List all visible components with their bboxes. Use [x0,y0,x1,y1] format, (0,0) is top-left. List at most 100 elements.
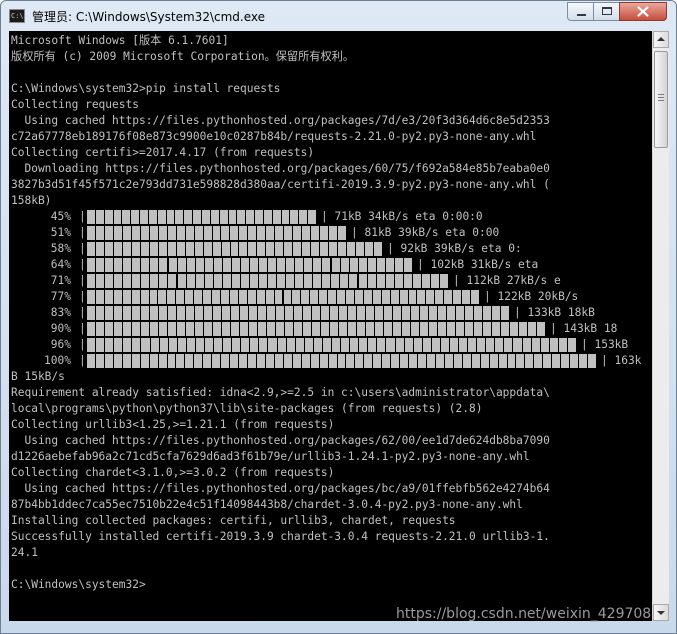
progress-bar-block [140,290,149,304]
progress-bar-block [302,226,311,240]
progress-bar-block [122,226,131,240]
progress-status: | 133kB 18kB [514,306,595,319]
progress-bar-block [158,354,167,368]
progress-bar-block [231,274,240,288]
progress-bar-block [290,210,299,224]
progress-bar-block [267,322,275,336]
progress-bar-block [202,210,210,224]
progress-percent: 90% [50,322,71,335]
progress-bar-block [275,242,284,256]
progress-bar-block [149,242,158,256]
progress-bar-block [322,274,331,288]
progress-bar-block [449,338,459,352]
progress-bar-block [219,210,228,224]
scroll-down-button[interactable] [653,604,669,621]
vertical-scrollbar[interactable] [652,31,669,621]
progress-bar-edge: | [79,338,86,351]
progress-bar-block [312,322,320,336]
progress-bar-block [394,274,403,288]
console-line: B 15kB/s [11,370,65,383]
progress-bar-block [570,354,579,368]
progress-bar-block [123,338,132,352]
progress-bar-block [150,258,159,272]
progress-bar-block [435,354,444,368]
progress-bar-block [403,274,412,288]
progress-bar-block [266,226,275,240]
progress-bar-block [356,242,365,256]
progress-bar-block [104,290,113,304]
progress-bar-block [259,338,268,352]
progress-bar-block [221,354,230,368]
progress-bar-block [456,322,464,336]
progress-bar-block [274,290,283,304]
progress-bar-block [349,274,358,288]
progress-bar-block [114,322,122,336]
maximize-icon [602,7,612,15]
progress-bar-block [141,322,149,336]
progress-bar-block [531,338,540,352]
progress-bar-block [338,226,346,240]
progress-bar-block [87,258,96,272]
progress-bar-block [492,306,500,320]
progress-bar-block [540,338,549,352]
console-line: c72a67778eb189176f08e873c9900e10c0287b84… [11,130,537,143]
scroll-up-button[interactable] [653,31,669,48]
progress-bar-block [438,322,446,336]
progress-bar-block [204,258,213,272]
progress-bar-block [259,258,268,272]
title-bar[interactable]: C:\ 管理员: C:\Windows\System32\cmd.exe [1,1,676,31]
progress-bar-block [376,258,385,272]
progress-bar-block [140,354,149,368]
progress-bar-block [239,226,248,240]
progress-bar-block [277,338,286,352]
progress-bar-block [195,274,204,288]
progress-bar-block [283,354,292,368]
progress-bar-block [357,322,365,336]
progress-bar-block [241,338,250,352]
progress-bar-block [474,322,482,336]
progress-bar-block [293,226,302,240]
progress-bar-block [543,354,552,368]
progress-bar-block [399,290,408,304]
progress-bar-block [330,322,338,336]
arrow-down-icon [657,611,665,615]
progress-bar-block [286,338,295,352]
progress-bar-block [393,322,401,336]
progress-bar-block [303,306,311,320]
progress-bar-block [246,210,255,224]
progress-bar-block [561,354,570,368]
progress-bar-block [250,338,259,352]
progress-bar-block [267,306,275,320]
progress-bar-block [418,354,426,368]
minimize-button[interactable] [567,2,594,21]
progress-bar-block [158,242,167,256]
console-line: 24.1 [11,546,38,559]
progress-bar-block [447,322,455,336]
progress-bar-block [210,210,219,224]
progress-bar-block [295,338,304,352]
progress-bar-block [340,258,349,272]
progress-bar-block [385,258,394,272]
progress-bar-block [131,354,140,368]
cmd-icon[interactable]: C:\ [9,9,25,23]
console-line: 版权所有 (c) 2009 Microsoft Corporation。保留所有… [11,50,355,63]
progress-bar-block [141,274,150,288]
scroll-thumb[interactable] [654,51,668,148]
maximize-button[interactable] [593,2,620,21]
progress-bar-block [167,226,176,240]
progress-bar-block [365,242,374,256]
progress-bar-block [292,354,301,368]
progress-bar-block [265,354,274,368]
progress-bar-block [408,290,417,304]
progress-bar-block [386,338,395,352]
close-button[interactable] [619,2,667,21]
progress-bar-block [393,306,401,320]
progress-bar-block [96,306,104,320]
console-output[interactable]: Microsoft Windows [版本 6.1.7601] 版权所有 (c) … [9,31,652,621]
progress-bar-block [376,274,385,288]
progress-bar-block [140,210,148,224]
progress-bar-block [429,306,437,320]
progress-bar-block [95,290,104,304]
progress-bar-block [276,322,284,336]
progress-bar-block [248,354,256,368]
